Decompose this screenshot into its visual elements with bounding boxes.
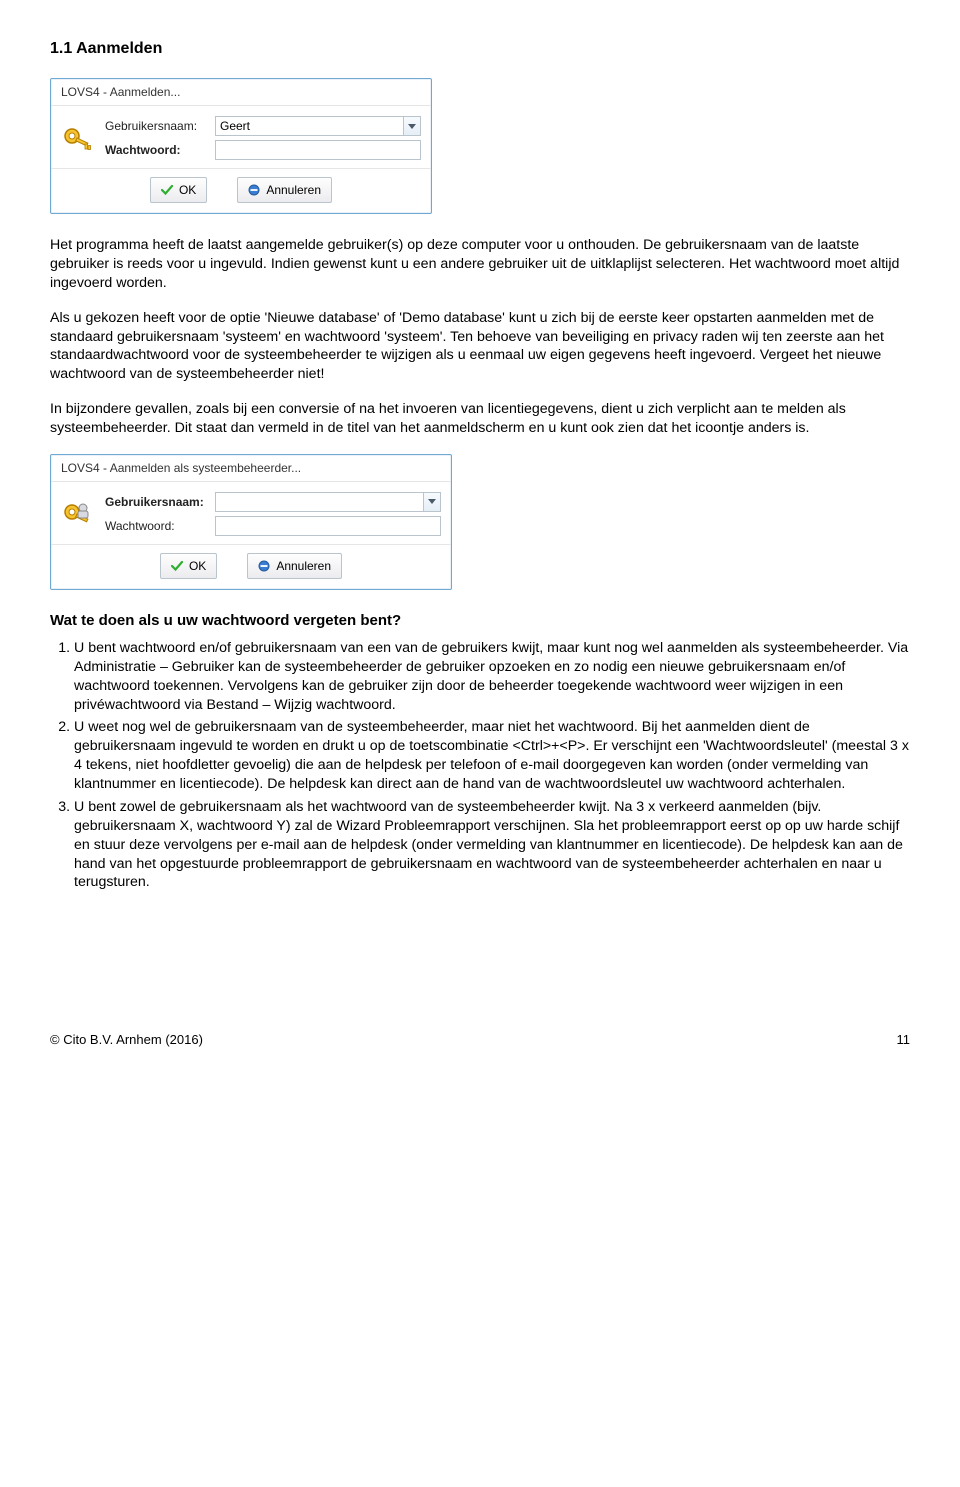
- cancel-button-label: Annuleren: [276, 559, 331, 573]
- key-admin-icon: [61, 500, 97, 532]
- section-heading: 1.1 Aanmelden: [50, 40, 910, 58]
- username-label: Gebruikersnaam:: [105, 119, 215, 133]
- list-item: U bent zowel de gebruikersnaam als het w…: [74, 798, 910, 892]
- footer-copyright: © Cito B.V. Arnhem (2016): [50, 1032, 203, 1047]
- list-item: U weet nog wel de gebruikersnaam van de …: [74, 718, 910, 794]
- cancel-button[interactable]: Annuleren: [237, 177, 332, 203]
- check-icon: [161, 184, 173, 196]
- username-value: Geert: [220, 119, 403, 133]
- cancel-button-label: Annuleren: [266, 183, 321, 197]
- password-label: Wachtwoord:: [105, 519, 215, 533]
- cancel-icon: [258, 560, 270, 572]
- password-label: Wachtwoord:: [105, 143, 215, 157]
- steps-list: U bent wachtwoord en/of gebruikersnaam v…: [74, 639, 910, 892]
- username-label: Gebruikersnaam:: [105, 495, 215, 509]
- chevron-down-icon[interactable]: [403, 117, 420, 135]
- login-dialog: LOVS4 - Aanmelden... Gebruikersnaam: Gee…: [50, 78, 432, 214]
- password-input[interactable]: [215, 516, 441, 536]
- key-icon: [61, 124, 97, 156]
- page-number: 11: [897, 1032, 911, 1047]
- subheading: Wat te doen als u uw wachtwoord vergeten…: [50, 612, 910, 629]
- chevron-down-icon[interactable]: [423, 493, 440, 511]
- username-combobox[interactable]: [215, 492, 441, 512]
- body-paragraph-1: Het programma heeft de laatst aangemelde…: [50, 236, 910, 293]
- ok-button[interactable]: OK: [150, 177, 207, 203]
- ok-button[interactable]: OK: [160, 553, 217, 579]
- ok-button-label: OK: [179, 183, 196, 197]
- body-paragraph-2: Als u gekozen heeft voor de optie 'Nieuw…: [50, 309, 910, 385]
- cancel-icon: [248, 184, 260, 196]
- dialog-title: LOVS4 - Aanmelden als systeembeheerder..…: [51, 455, 451, 482]
- dialog-title: LOVS4 - Aanmelden...: [51, 79, 431, 106]
- password-input[interactable]: [215, 140, 421, 160]
- list-item: U bent wachtwoord en/of gebruikersnaam v…: [74, 639, 910, 715]
- body-paragraph-3: In bijzondere gevallen, zoals bij een co…: [50, 400, 910, 438]
- username-combobox[interactable]: Geert: [215, 116, 421, 136]
- login-admin-dialog: LOVS4 - Aanmelden als systeembeheerder..…: [50, 454, 452, 590]
- check-icon: [171, 560, 183, 572]
- ok-button-label: OK: [189, 559, 206, 573]
- cancel-button[interactable]: Annuleren: [247, 553, 342, 579]
